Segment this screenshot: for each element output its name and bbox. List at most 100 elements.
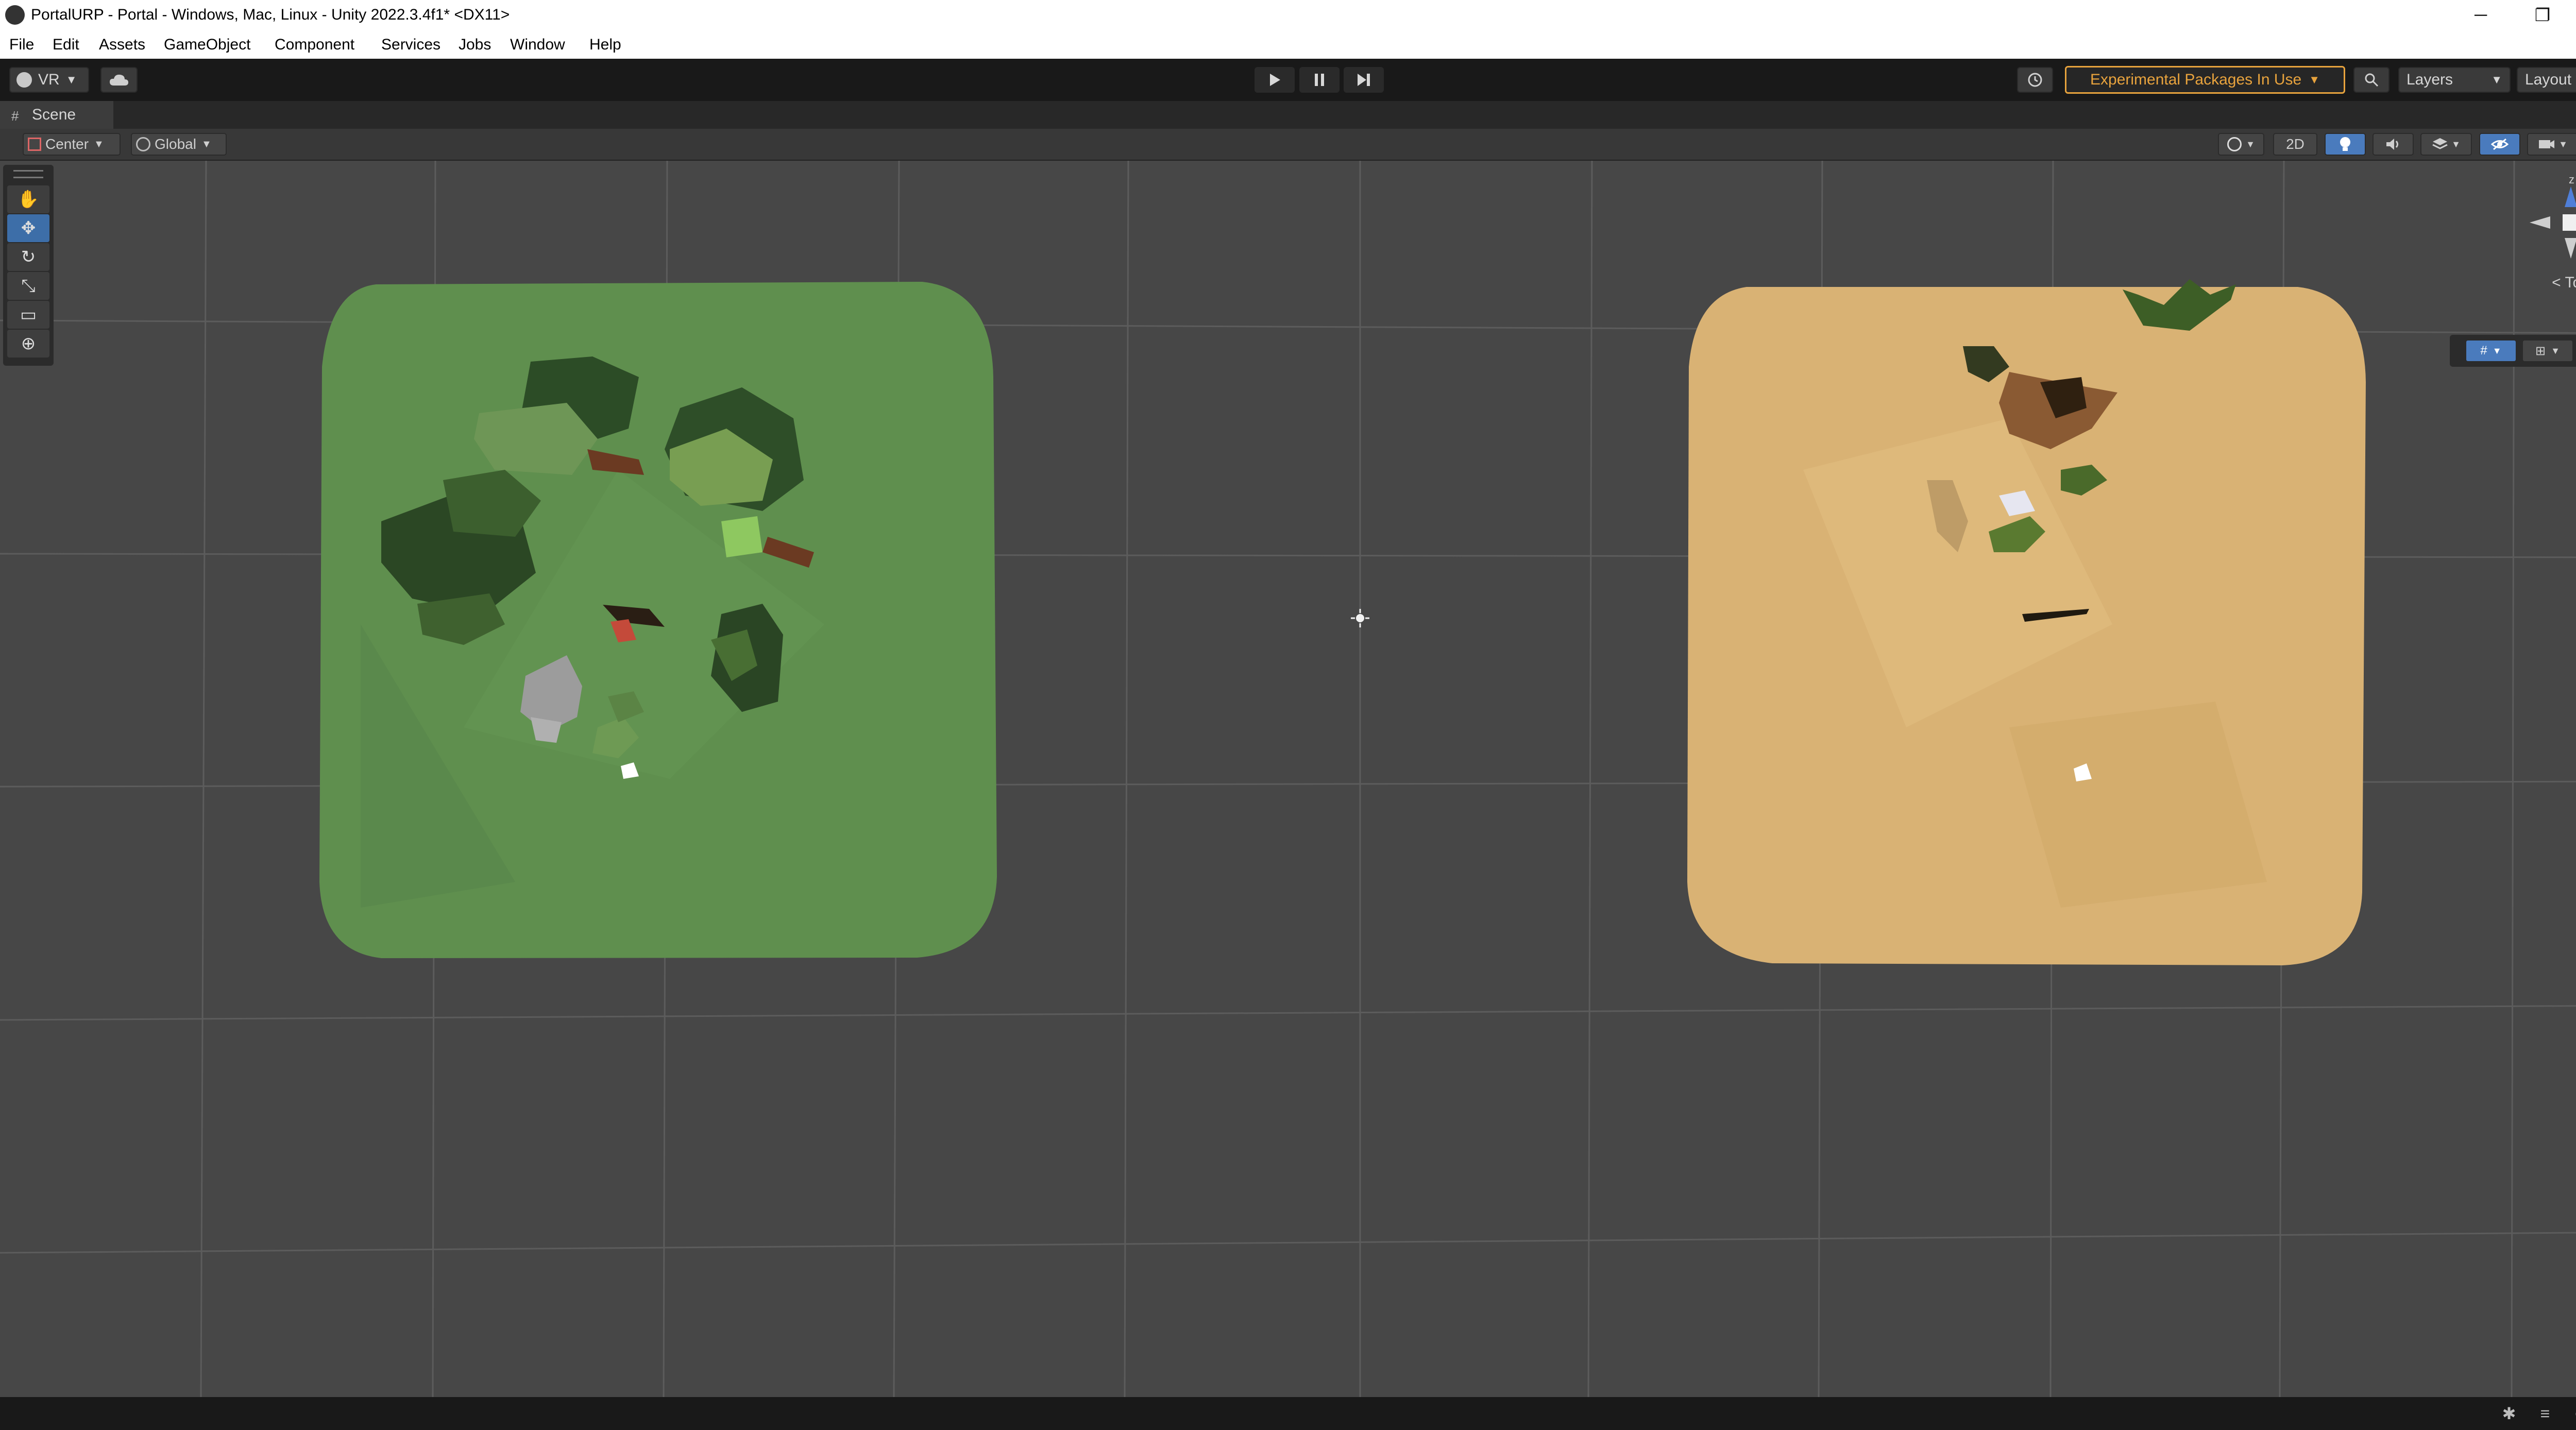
- rotate-tool-button[interactable]: ↻: [7, 243, 49, 271]
- pause-icon: [1315, 74, 1324, 86]
- snap-grid-icon: ⊞: [2535, 344, 2546, 358]
- unity-logo-icon: [5, 5, 25, 25]
- history-icon: [2028, 73, 2042, 87]
- chevron-down-icon: ▼: [201, 138, 212, 150]
- hand-tool-icon: ✋: [17, 190, 40, 209]
- chevron-down-icon: ▼: [2309, 73, 2320, 86]
- chevron-left-icon: <: [2552, 274, 2565, 291]
- gizmo-axis-z: z: [2569, 176, 2574, 186]
- restore-button[interactable]: ❐: [2514, 0, 2571, 30]
- scene-visibility-toggle[interactable]: [2479, 133, 2520, 156]
- grid-visibility-dropdown[interactable]: # ▼: [2465, 339, 2517, 362]
- lighting-toggle[interactable]: [2325, 133, 2366, 156]
- effects-layers-icon: [2432, 138, 2448, 149]
- chevron-down-icon: ▼: [2451, 139, 2461, 149]
- rect-tool-button[interactable]: ▭: [7, 301, 49, 329]
- grid-snap-dropdown[interactable]: ⊞ ▼: [2522, 339, 2573, 362]
- globe-icon: [136, 137, 150, 151]
- transform-tool-icon: ⊕: [21, 334, 36, 353]
- scene-canvas: [0, 161, 2576, 1397]
- cloud-icon: [110, 74, 128, 86]
- chevron-down-icon: ▼: [94, 138, 104, 150]
- cloud-button[interactable]: [100, 67, 138, 93]
- move-tool-icon: ✥: [21, 218, 36, 238]
- account-icon: [16, 72, 32, 88]
- desert-terrain[interactable]: [1687, 279, 2366, 965]
- account-label: VR: [38, 71, 60, 88]
- menu-assets[interactable]: Assets: [99, 35, 145, 55]
- layers-dropdown[interactable]: Layers ▼: [2398, 67, 2511, 93]
- palette-drag-handle[interactable]: [13, 170, 43, 178]
- search-icon: [2365, 73, 2379, 87]
- rect-tool-icon: ▭: [20, 305, 37, 325]
- scale-tool-icon: ⤡: [21, 276, 36, 296]
- forest-terrain[interactable]: [319, 282, 997, 958]
- speaker-icon: [2386, 139, 2398, 150]
- search-button[interactable]: [2353, 67, 2389, 93]
- menu-window[interactable]: Window: [510, 35, 565, 55]
- pivot-rotation-dropdown[interactable]: Global ▼: [131, 133, 227, 156]
- effects-dropdown[interactable]: ▼: [2420, 133, 2472, 156]
- camera-icon: [2539, 140, 2555, 148]
- pivot-label: Center: [45, 136, 89, 152]
- play-button[interactable]: [1255, 67, 1295, 93]
- chevron-down-icon: ▼: [2491, 73, 2502, 86]
- minimize-button[interactable]: ─: [2452, 0, 2509, 30]
- axis-gizmo-icon: z x: [2530, 173, 2576, 259]
- gizmo-view-label[interactable]: < Top: [2535, 274, 2576, 292]
- grid-icon: #: [2480, 344, 2487, 358]
- directional-light-icon: [1351, 609, 1369, 627]
- layers-label: Layers: [2406, 71, 2453, 88]
- move-tool-button[interactable]: ✥: [7, 214, 49, 242]
- scene-tab-bar: [0, 101, 2576, 129]
- chevron-down-icon: ▼: [2551, 345, 2560, 356]
- grid-icon: #: [11, 108, 19, 124]
- status-bar: ✱ ≡ ⊘ ✓: [0, 1397, 2576, 1430]
- mode-2d-label: 2D: [2286, 136, 2304, 152]
- scene-tab-label: Scene: [32, 106, 76, 123]
- menu-edit[interactable]: Edit: [53, 35, 79, 55]
- play-icon: [1270, 74, 1280, 86]
- experimental-packages-label: Experimental Packages In Use: [2090, 71, 2302, 88]
- main-toolbar: VR ▼ Experimental Packages In Use ▼ Laye…: [0, 59, 2576, 101]
- layout-label: Layout: [2525, 71, 2572, 88]
- grid-snapping-toolbar: # ▼ ⊞ ▼ ▤ ▼: [2450, 335, 2576, 367]
- camera-settings-dropdown[interactable]: ▼: [2527, 133, 2576, 156]
- hidden-eye-icon: [2491, 138, 2509, 150]
- window-title-bar: PortalURP - Portal - Windows, Mac, Linux…: [0, 0, 2576, 30]
- transform-tool-button[interactable]: ⊕: [7, 330, 49, 358]
- pivot-mode-dropdown[interactable]: Center ▼: [23, 133, 121, 156]
- mode-2d-toggle[interactable]: 2D: [2273, 133, 2317, 156]
- chevron-down-icon: ▼: [2558, 139, 2568, 149]
- step-button[interactable]: [1344, 67, 1384, 93]
- step-icon: [1358, 74, 1370, 86]
- menu-help[interactable]: Help: [589, 35, 621, 55]
- orientation-gizmo[interactable]: z x < Top: [2519, 173, 2576, 295]
- scene-toolbar: Center ▼ Global ▼ ▼ 2D ▼ ▼ ▼: [0, 129, 2576, 161]
- layout-dropdown[interactable]: Layout ▼: [2517, 67, 2576, 93]
- menu-gameobject[interactable]: GameObject: [164, 35, 250, 55]
- space-label: Global: [155, 136, 196, 152]
- menu-file[interactable]: File: [9, 35, 34, 55]
- pivot-icon: [28, 138, 41, 151]
- cache-server-icon[interactable]: ≡: [2535, 1403, 2555, 1424]
- account-dropdown[interactable]: VR ▼: [9, 67, 89, 93]
- hand-tool-button[interactable]: ✋: [7, 185, 49, 213]
- chevron-down-icon: ▼: [2246, 139, 2255, 149]
- scale-tool-button[interactable]: ⤡: [7, 272, 49, 300]
- pause-button[interactable]: [1299, 67, 1340, 93]
- experimental-packages-button[interactable]: Experimental Packages In Use ▼: [2065, 66, 2345, 94]
- lightbulb-icon: [2340, 137, 2350, 151]
- history-button[interactable]: [2017, 67, 2053, 93]
- draw-mode-dropdown[interactable]: ▼: [2218, 133, 2264, 156]
- tab-scene[interactable]: # Scene: [0, 101, 113, 129]
- shading-sphere-icon: [2227, 137, 2242, 151]
- menu-jobs[interactable]: Jobs: [459, 35, 491, 55]
- audio-toggle[interactable]: [2372, 133, 2414, 156]
- menu-component[interactable]: Component: [275, 35, 354, 55]
- auto-generate-lighting-icon[interactable]: ⊘: [2571, 1403, 2576, 1424]
- menu-services[interactable]: Services: [381, 35, 440, 55]
- scene-viewport[interactable]: z x < Top # ▼ ⊞ ▼ ▤ ▼: [0, 161, 2576, 1397]
- debug-bug-icon[interactable]: ✱: [2499, 1403, 2519, 1424]
- menu-bar: File Edit Assets GameObject Component Se…: [0, 30, 2576, 59]
